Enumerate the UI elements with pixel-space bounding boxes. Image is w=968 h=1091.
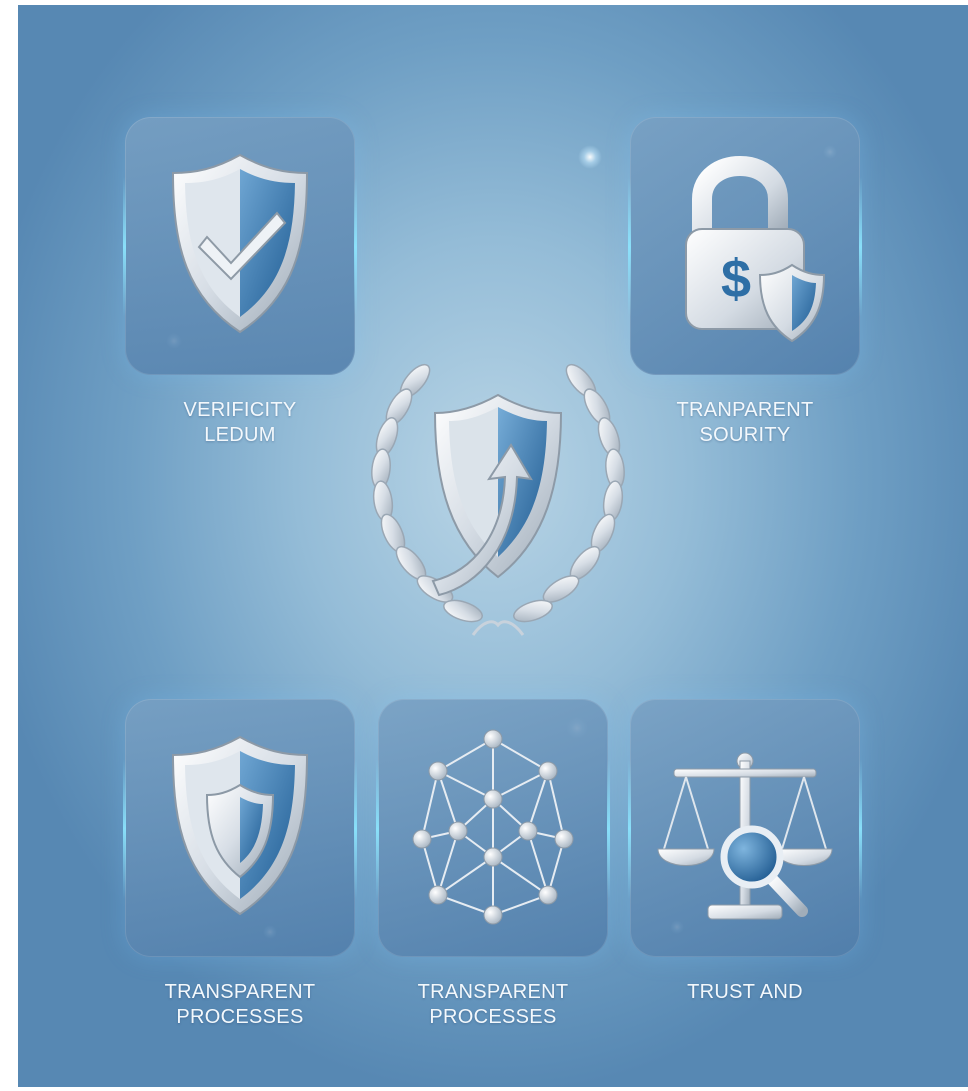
sparkle — [578, 145, 602, 169]
poster-canvas: VERIFICITY LEDUM $ TRANPARENT SOURITY TR… — [18, 5, 968, 1087]
scales-magnifier-icon — [657, 752, 833, 920]
network-cube-icon — [412, 729, 574, 925]
tile-processes-2-label: TRANSPARENT PROCESSES — [417, 981, 569, 1028]
svg-text:$: $ — [721, 249, 751, 309]
tile-verified[interactable] — [123, 117, 357, 375]
tile-security-label: TRANPARENT SOURITY — [676, 399, 814, 446]
tile-verified-label: VERIFICITY LEDUM — [183, 399, 297, 446]
tile-trust-label: TRUST AND — [687, 981, 803, 1003]
tile-processes-1[interactable] — [123, 699, 357, 957]
padlock-dollar-icon: $ — [685, 156, 826, 343]
tile-processes-1-label: TRANSPARENT PROCESSES — [164, 981, 316, 1028]
shield-arrow-laurel-icon — [371, 363, 625, 636]
tile-security[interactable]: $ — [628, 117, 862, 375]
shield-check-icon — [171, 153, 309, 334]
tile-processes-2[interactable] — [376, 699, 610, 957]
shield-layered-icon — [171, 735, 309, 916]
tile-trust[interactable] — [628, 699, 862, 957]
